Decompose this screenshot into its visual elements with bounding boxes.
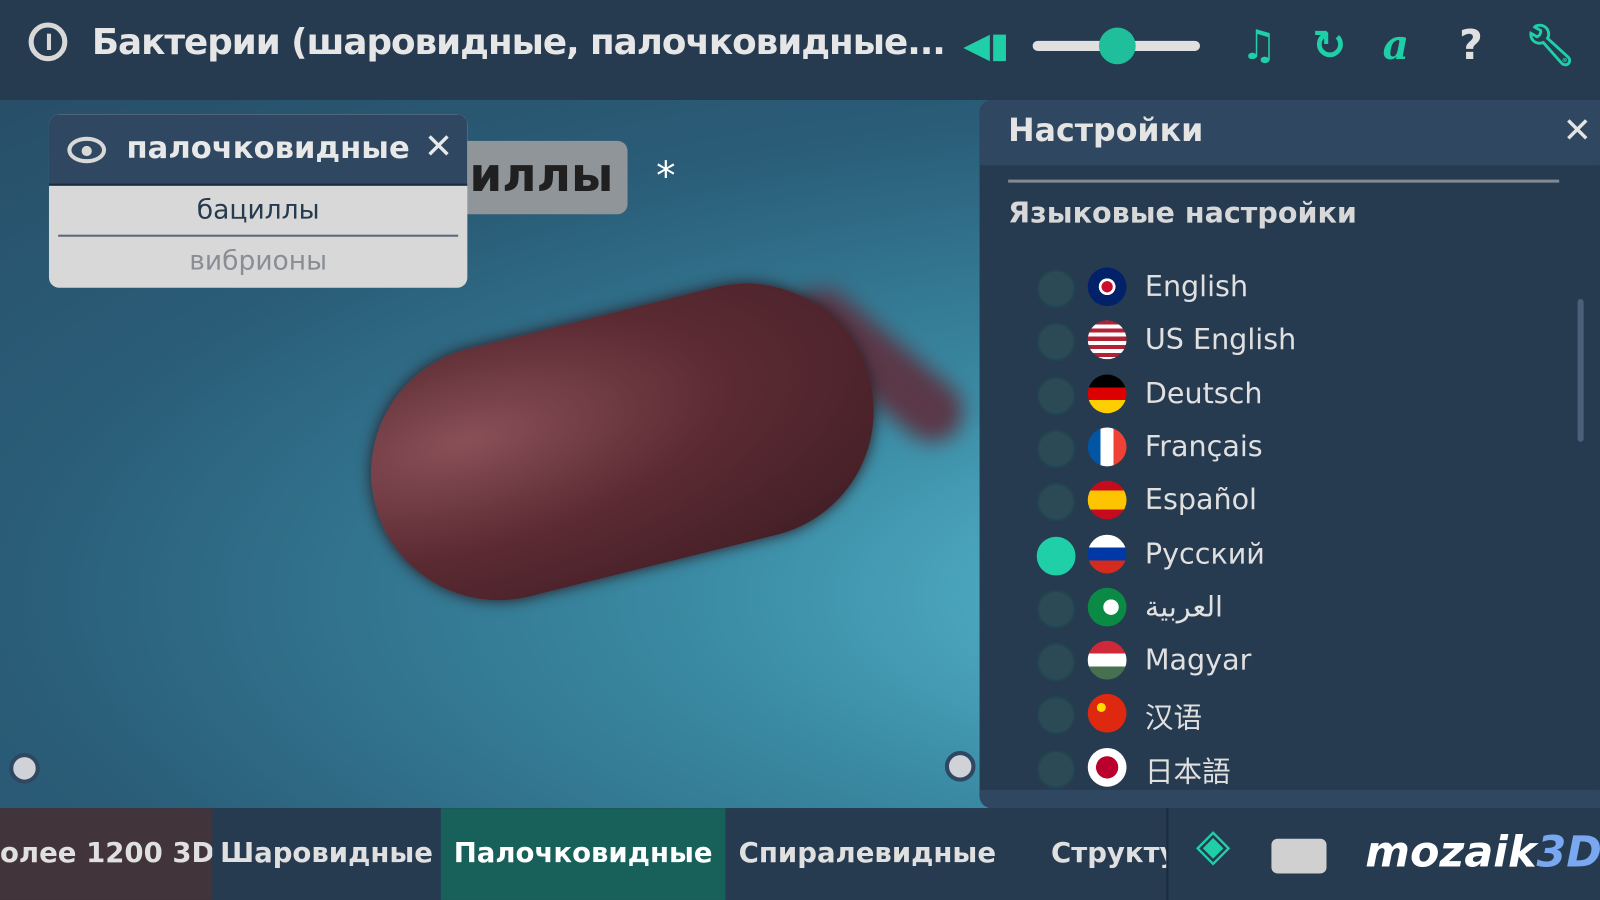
flag-icon (1087, 427, 1127, 467)
divider (1166, 808, 1169, 900)
section-heading: Языковые настройки (1008, 195, 1357, 230)
panel-footer (979, 789, 1600, 809)
language-label: English (1144, 269, 1249, 304)
language-label: Magyar (1144, 642, 1252, 677)
radio-button[interactable] (1036, 696, 1076, 736)
language-label: Deutsch (1144, 376, 1263, 410)
flag-icon (1087, 320, 1127, 360)
radio-button[interactable] (1036, 429, 1076, 469)
radio-button[interactable] (1036, 482, 1076, 522)
popup-title: палочковидные (126, 130, 410, 167)
popup-item[interactable]: вибрионы (49, 237, 467, 286)
radio-button[interactable] (1036, 376, 1076, 415)
settings-panel: Настройки ✕ Языковые настройки English US… (979, 99, 1600, 809)
radio-button[interactable] (1036, 536, 1076, 575)
language-label: 汉语 (1144, 701, 1203, 736)
language-option[interactable]: Español (1036, 475, 1547, 528)
settings-title: Настройки (1008, 112, 1204, 149)
language-option[interactable]: US English (1036, 315, 1547, 368)
language-option[interactable]: Magyar (1036, 635, 1547, 688)
scene-label[interactable]: иллы (448, 140, 628, 215)
scrollbar[interactable] (1577, 298, 1584, 442)
close-icon[interactable]: ✕ (424, 127, 453, 168)
language-option[interactable]: English (1036, 261, 1547, 314)
flag-icon (1087, 587, 1127, 627)
tab-more-3d[interactable]: олее 1200 3D (0, 808, 213, 900)
language-label: 日本語 (1144, 754, 1231, 789)
reset-icon[interactable]: ↻ (1312, 20, 1346, 71)
flag-icon (1087, 747, 1127, 787)
language-option[interactable]: العربية (1036, 581, 1547, 634)
radio-button[interactable] (1036, 642, 1076, 682)
category-popup: палочковидные ✕ бациллы вибрионы (48, 114, 468, 288)
tab-spherical[interactable]: Шаровидные (212, 808, 441, 900)
language-label: العربية (1144, 589, 1223, 624)
flag-icon (1087, 480, 1127, 520)
page-title: Бактерии (шаровидные, палочковидные... (91, 22, 946, 64)
flag-icon (1087, 640, 1127, 680)
language-option[interactable]: Deutsch (1036, 368, 1547, 421)
flag-icon (1087, 374, 1127, 413)
language-option[interactable]: 日本語 (1036, 742, 1547, 795)
radio-button[interactable] (1036, 749, 1076, 789)
scene-hotspot-right[interactable] (944, 751, 976, 782)
tab-spiral[interactable]: Спиралевидные (726, 808, 1010, 900)
language-option[interactable]: 汉语 (1036, 688, 1547, 741)
bottom-bar: олее 1200 3D Шаровидные Палочковидные Сп… (0, 808, 1600, 900)
close-icon[interactable]: ✕ (1563, 110, 1592, 151)
language-label: Français (1144, 429, 1263, 464)
flag-icon (1087, 694, 1127, 734)
language-label: US English (1144, 322, 1297, 357)
tab-structure[interactable]: Структу (1020, 808, 1166, 900)
flag-icon (1087, 534, 1127, 573)
bacillus-model[interactable] (344, 256, 901, 628)
language-label: Русский (1144, 536, 1265, 570)
divider (1008, 179, 1560, 183)
popup-item[interactable]: бациллы (58, 186, 459, 237)
music-icon[interactable]: ♫ (1241, 20, 1278, 71)
vr-headset-icon[interactable] (1271, 838, 1327, 874)
mozaik3d-logo: mozaik3D (1365, 826, 1600, 877)
top-bar: Бактерии (шаровидные, палочковидные... ◀… (0, 0, 1600, 100)
wrench-icon[interactable]: 🔧︎ (1524, 20, 1576, 71)
scene-hotspot-left[interactable] (9, 753, 40, 784)
tab-rod-shaped[interactable]: Палочковидные (440, 808, 726, 900)
language-option[interactable]: Русский (1036, 528, 1547, 581)
speaker-icon[interactable]: ◀▮ (963, 20, 1009, 71)
radio-button[interactable] (1036, 589, 1076, 629)
flag-icon (1087, 267, 1127, 307)
font-icon[interactable]: a (1383, 20, 1409, 71)
layers-icon[interactable]: ◈ (1196, 820, 1231, 871)
radio-button[interactable] (1036, 322, 1076, 362)
label-marker[interactable]: * (656, 153, 675, 198)
radio-button[interactable] (1036, 269, 1076, 309)
help-icon[interactable]: ? (1459, 20, 1483, 71)
language-label: Español (1144, 482, 1258, 517)
volume-slider-handle[interactable] (1098, 27, 1136, 65)
language-option[interactable]: Français (1036, 421, 1547, 474)
eye-icon[interactable] (67, 136, 107, 164)
power-icon[interactable] (28, 22, 68, 62)
